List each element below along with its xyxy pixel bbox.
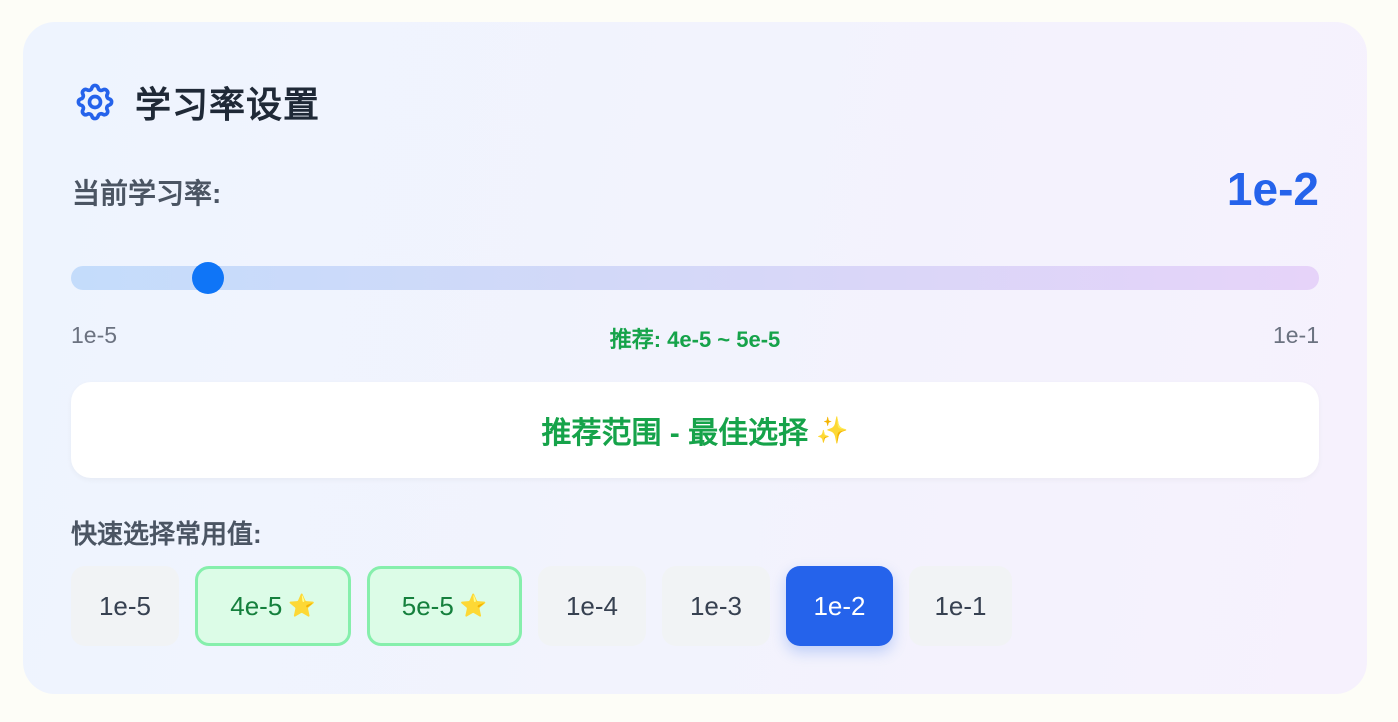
quick-select-option-4e-5[interactable]: 4e-5 ⭐ — [195, 566, 351, 646]
star-icon: ⭐ — [288, 593, 316, 618]
banner-text: 推荐范围 - 最佳选择 — [541, 417, 809, 450]
learning-rate-card: 学习率设置 当前学习率: 1e-2 推荐: 4e-5 ~ 5e-5 1e-5 1… — [23, 22, 1367, 694]
slider-min-label: 1e-5 — [71, 322, 118, 348]
learning-rate-slider-track[interactable] — [71, 266, 1319, 290]
current-rate-label: 当前学习率: — [72, 178, 222, 209]
recommendation-banner: 推荐范围 - 最佳选择 ✨ — [71, 382, 1319, 478]
quick-select-option-1e-3[interactable]: 1e-3 — [662, 566, 770, 646]
quick-select-option-1e-5[interactable]: 1e-5 — [71, 566, 179, 646]
gear-icon — [73, 80, 117, 124]
card-header: 学习率设置 — [73, 76, 320, 128]
sparkles-icon: ✨ — [816, 414, 849, 445]
current-rate-value: 1e-2 — [1226, 163, 1319, 215]
quick-select-option-1e-4[interactable]: 1e-4 — [538, 566, 646, 646]
slider-max-label: 1e-1 — [1272, 322, 1319, 348]
learning-rate-slider-thumb[interactable] — [192, 262, 224, 294]
star-icon: ⭐ — [459, 593, 488, 618]
quick-select-label: 快速选择常用值: — [71, 519, 262, 549]
quick-select-option-1e-2[interactable]: 1e-2 — [786, 566, 893, 646]
quick-select-option-5e-5[interactable]: 5e-5 ⭐ — [367, 566, 522, 646]
recommended-range-label: 推荐: 4e-5 ~ 5e-5 — [609, 327, 781, 352]
page-title: 学习率设置 — [135, 84, 321, 125]
quick-select-option-1e-1[interactable]: 1e-1 — [909, 566, 1012, 646]
